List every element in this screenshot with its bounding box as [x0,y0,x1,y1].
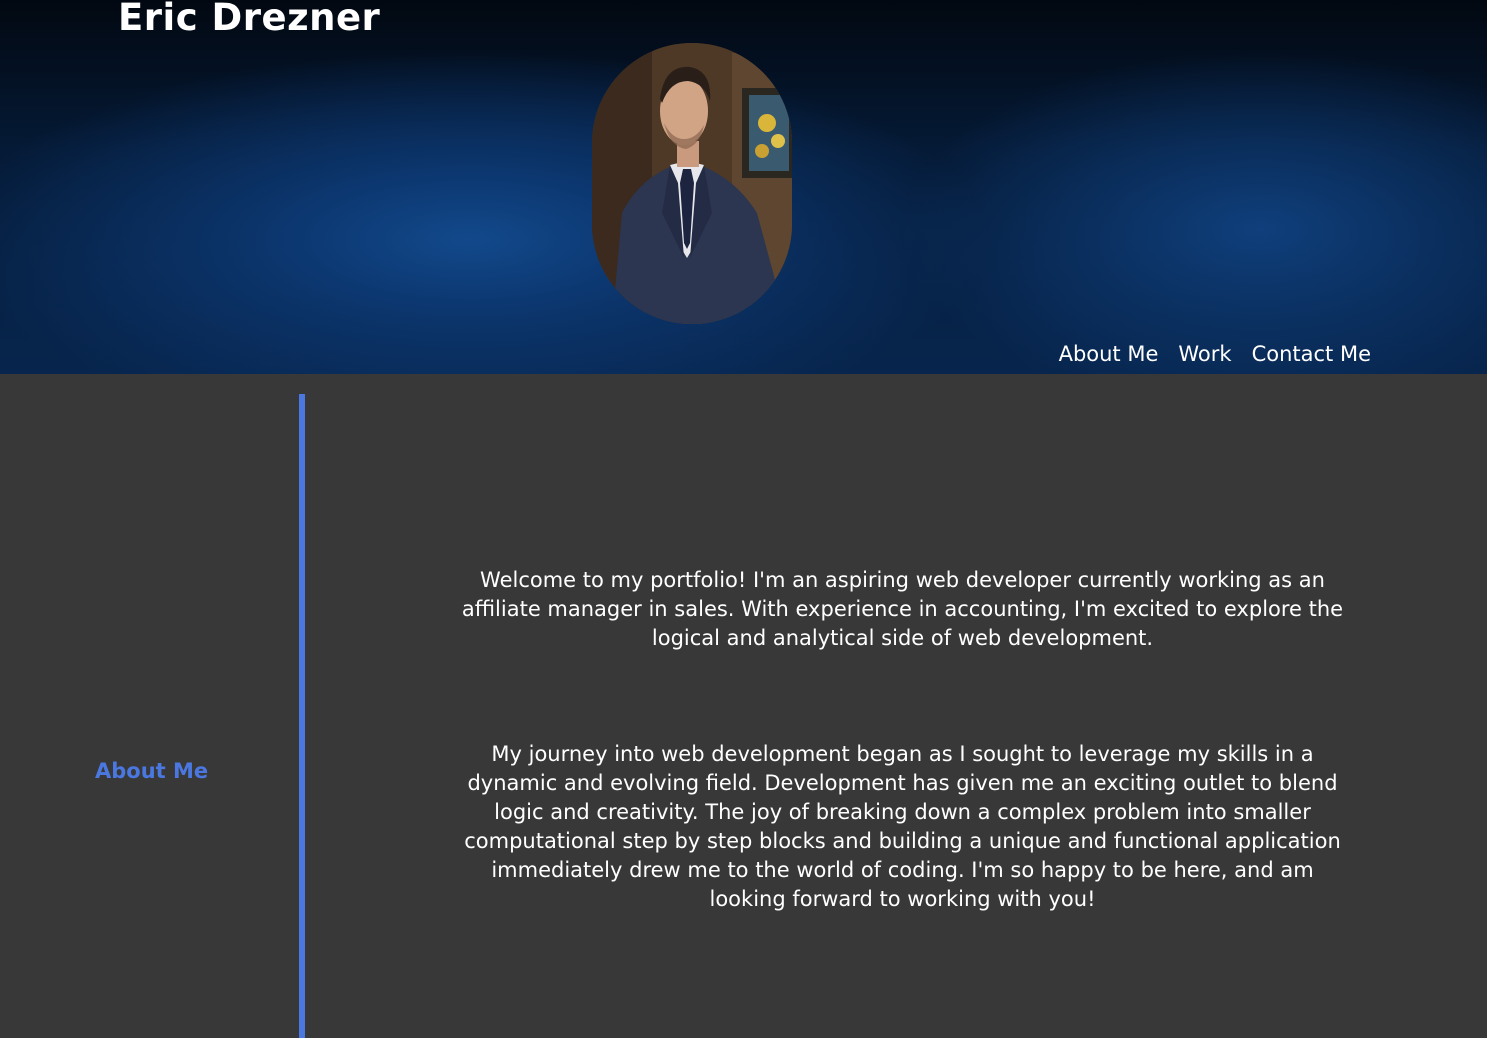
about-heading: About Me [95,759,209,783]
site-title: Eric Drezner [118,0,381,39]
site-header: Eric Drezner About Me Work Contact Me [0,0,1487,374]
profile-photo-illustration [592,43,792,324]
about-paragraph-intro: Welcome to my portfolio! I'm an aspiring… [461,568,1344,650]
nav-link-work[interactable]: Work [1178,342,1231,366]
about-section: About Me Welcome to my portfolio! I'm an… [0,374,1487,1038]
main-nav: About Me Work Contact Me [1059,342,1371,366]
profile-photo [592,43,792,324]
nav-link-about-me[interactable]: About Me [1059,342,1159,366]
section-divider [299,394,305,1038]
nav-link-contact-me[interactable]: Contact Me [1252,342,1371,366]
about-paragraph-journey: My journey into web development began as… [464,742,1341,911]
